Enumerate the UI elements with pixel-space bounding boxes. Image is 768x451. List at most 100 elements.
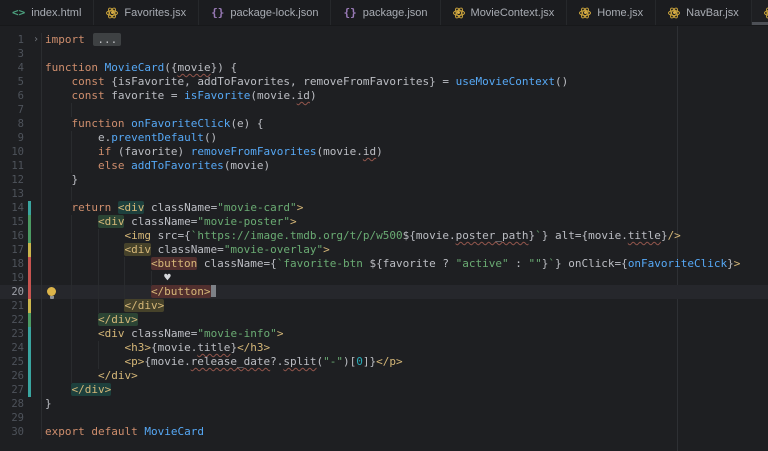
tab-package-json[interactable]: {}package.json <box>330 0 439 25</box>
tab-index-html[interactable]: <>index.html <box>0 0 93 25</box>
code-token: "movie-poster" <box>197 215 290 228</box>
tab-package-lock-json[interactable]: {}package-lock.json <box>198 0 330 25</box>
code-line-3[interactable]: 3 <box>0 47 768 61</box>
code-line-16[interactable]: 16<img src={`https://image.tmdb.org/t/p/… <box>0 229 768 243</box>
code-line-6[interactable]: 6const favorite = isFavorite(movie.id) <box>0 89 768 103</box>
folded-code-ellipsis[interactable]: ... <box>93 33 121 46</box>
code-text: export default MovieCard <box>42 425 204 439</box>
code-line-25[interactable]: 25<p>{movie.release_date?.split("-")[0]}… <box>0 355 768 369</box>
code-text: e.preventDefault() <box>42 131 217 145</box>
code-token: </div> <box>98 313 138 326</box>
code-token: )[ <box>343 355 356 368</box>
tab-label: Favorites.jsx <box>124 7 186 19</box>
code-token: (movie. <box>250 89 296 102</box>
code-line-14[interactable]: 14return <div className="movie-card"> <box>0 201 768 215</box>
tab-moviecontext-jsx[interactable]: MovieContext.jsx <box>440 0 567 25</box>
code-text <box>42 187 98 201</box>
code-token: () <box>555 75 568 88</box>
code-line-4[interactable]: 4function MovieCard({movie}) { <box>0 61 768 75</box>
code-token: className= <box>144 201 217 214</box>
code-token: "active" <box>456 257 509 270</box>
code-text: function onFavoriteClick(e) { <box>42 117 264 131</box>
code-token: > <box>323 243 330 256</box>
code-editor[interactable]: 1›import ...34function MovieCard({movie}… <box>0 26 768 451</box>
code-line-21[interactable]: 21</div> <box>0 299 768 313</box>
tab-label: Home.jsx <box>597 7 643 19</box>
code-line-23[interactable]: 23<div className="movie-info"> <box>0 327 768 341</box>
code-line-22[interactable]: 22</div> <box>0 313 768 327</box>
line-number: 29 <box>0 411 24 425</box>
code-line-13[interactable]: 13 <box>0 187 768 201</box>
code-line-1[interactable]: 1›import ... <box>0 33 768 47</box>
code-line-30[interactable]: 30export default MovieCard <box>0 425 768 439</box>
code-token: onFavoriteClick <box>131 117 230 130</box>
editor-tab-bar: <>index.html Favorites.jsx {}package-lock.… <box>0 0 768 26</box>
line-number: 15 <box>0 215 24 229</box>
line-number: 24 <box>0 341 24 355</box>
gutter: 25 <box>0 355 42 369</box>
code-token: className={ <box>197 257 276 270</box>
code-line-15[interactable]: 15 <div className="movie-poster"> <box>0 215 768 229</box>
gutter: 14 <box>0 201 42 215</box>
line-number: 10 <box>0 145 24 159</box>
code-line-5[interactable]: 5const {isFavorite, addToFavorites, remo… <box>0 75 768 89</box>
code-token: removeFromFavorites <box>191 145 317 158</box>
code-line-27[interactable]: 27</div> <box>0 383 768 397</box>
code-token: ` <box>548 257 555 270</box>
line-number: 4 <box>0 61 24 75</box>
gutter: 8 <box>0 117 42 131</box>
code-token: <h3> <box>124 341 151 354</box>
tab-home-jsx[interactable]: Home.jsx <box>566 0 655 25</box>
code-token: } <box>71 173 78 186</box>
line-number: 12 <box>0 173 24 187</box>
gutter: 26 <box>0 369 42 383</box>
code-text: else addToFavorites(movie) <box>42 159 270 173</box>
line-number: 3 <box>0 47 24 61</box>
code-token: if <box>98 145 118 158</box>
code-token: </div> <box>71 383 111 396</box>
gutter: 10 <box>0 145 42 159</box>
gutter: 29 <box>0 411 42 425</box>
code-line-7[interactable]: 7 <box>0 103 768 117</box>
code-text <box>42 411 45 425</box>
line-number: 7 <box>0 103 24 117</box>
fold-arrow-icon[interactable]: › <box>31 33 41 47</box>
gutter: 28 <box>0 397 42 411</box>
code-line-10[interactable]: 10if (favorite) removeFromFavorites(movi… <box>0 145 768 159</box>
gutter: 16 <box>0 229 42 243</box>
code-text: const favorite = isFavorite(movie.id) <box>42 89 317 103</box>
code-token: return <box>71 201 117 214</box>
code-line-28[interactable]: 28} <box>0 397 768 411</box>
code-token: <img <box>124 229 151 242</box>
line-number: 11 <box>0 159 24 173</box>
code-line-11[interactable]: 11 else addToFavorites(movie) <box>0 159 768 173</box>
tab-navbar-jsx[interactable]: NavBar.jsx <box>655 0 751 25</box>
code-line-8[interactable]: 8function onFavoriteClick(e) { <box>0 117 768 131</box>
gutter: 3 <box>0 47 42 61</box>
line-number: 20 <box>0 285 24 299</box>
react-file-icon <box>579 7 591 19</box>
line-number: 17 <box>0 243 24 257</box>
code-line-17[interactable]: 17<div className="movie-overlay"> <box>0 243 768 257</box>
code-token: (movie) <box>224 159 270 172</box>
intention-lightbulb-icon[interactable] <box>47 287 56 296</box>
code-text: } <box>42 397 52 411</box>
code-text: <div className="movie-poster"> <box>42 215 297 229</box>
code-token: movie <box>177 61 210 74</box>
code-line-26[interactable]: 26</div> <box>0 369 768 383</box>
code-token: ) <box>310 89 317 102</box>
code-line-18[interactable]: 18<button className={`favorite-btn ${fav… <box>0 257 768 271</box>
code-token: () <box>204 131 217 144</box>
tab-favorites-jsx[interactable]: Favorites.jsx <box>93 0 198 25</box>
code-line-19[interactable]: 19♥ <box>0 271 768 285</box>
code-line-24[interactable]: 24<h3>{movie.title}</h3> <box>0 341 768 355</box>
code-token: ` <box>535 229 542 242</box>
code-token: "movie-info" <box>197 327 276 340</box>
code-line-20[interactable]: 20</button> <box>0 285 768 299</box>
code-token: > <box>734 257 741 270</box>
code-token: ♥ <box>164 271 171 284</box>
code-line-12[interactable]: 12} <box>0 173 768 187</box>
code-line-29[interactable]: 29 <box>0 411 768 425</box>
tab-moviecard-jsx[interactable]: MovieCard.jsx× <box>751 0 768 25</box>
code-line-9[interactable]: 9e.preventDefault() <box>0 131 768 145</box>
